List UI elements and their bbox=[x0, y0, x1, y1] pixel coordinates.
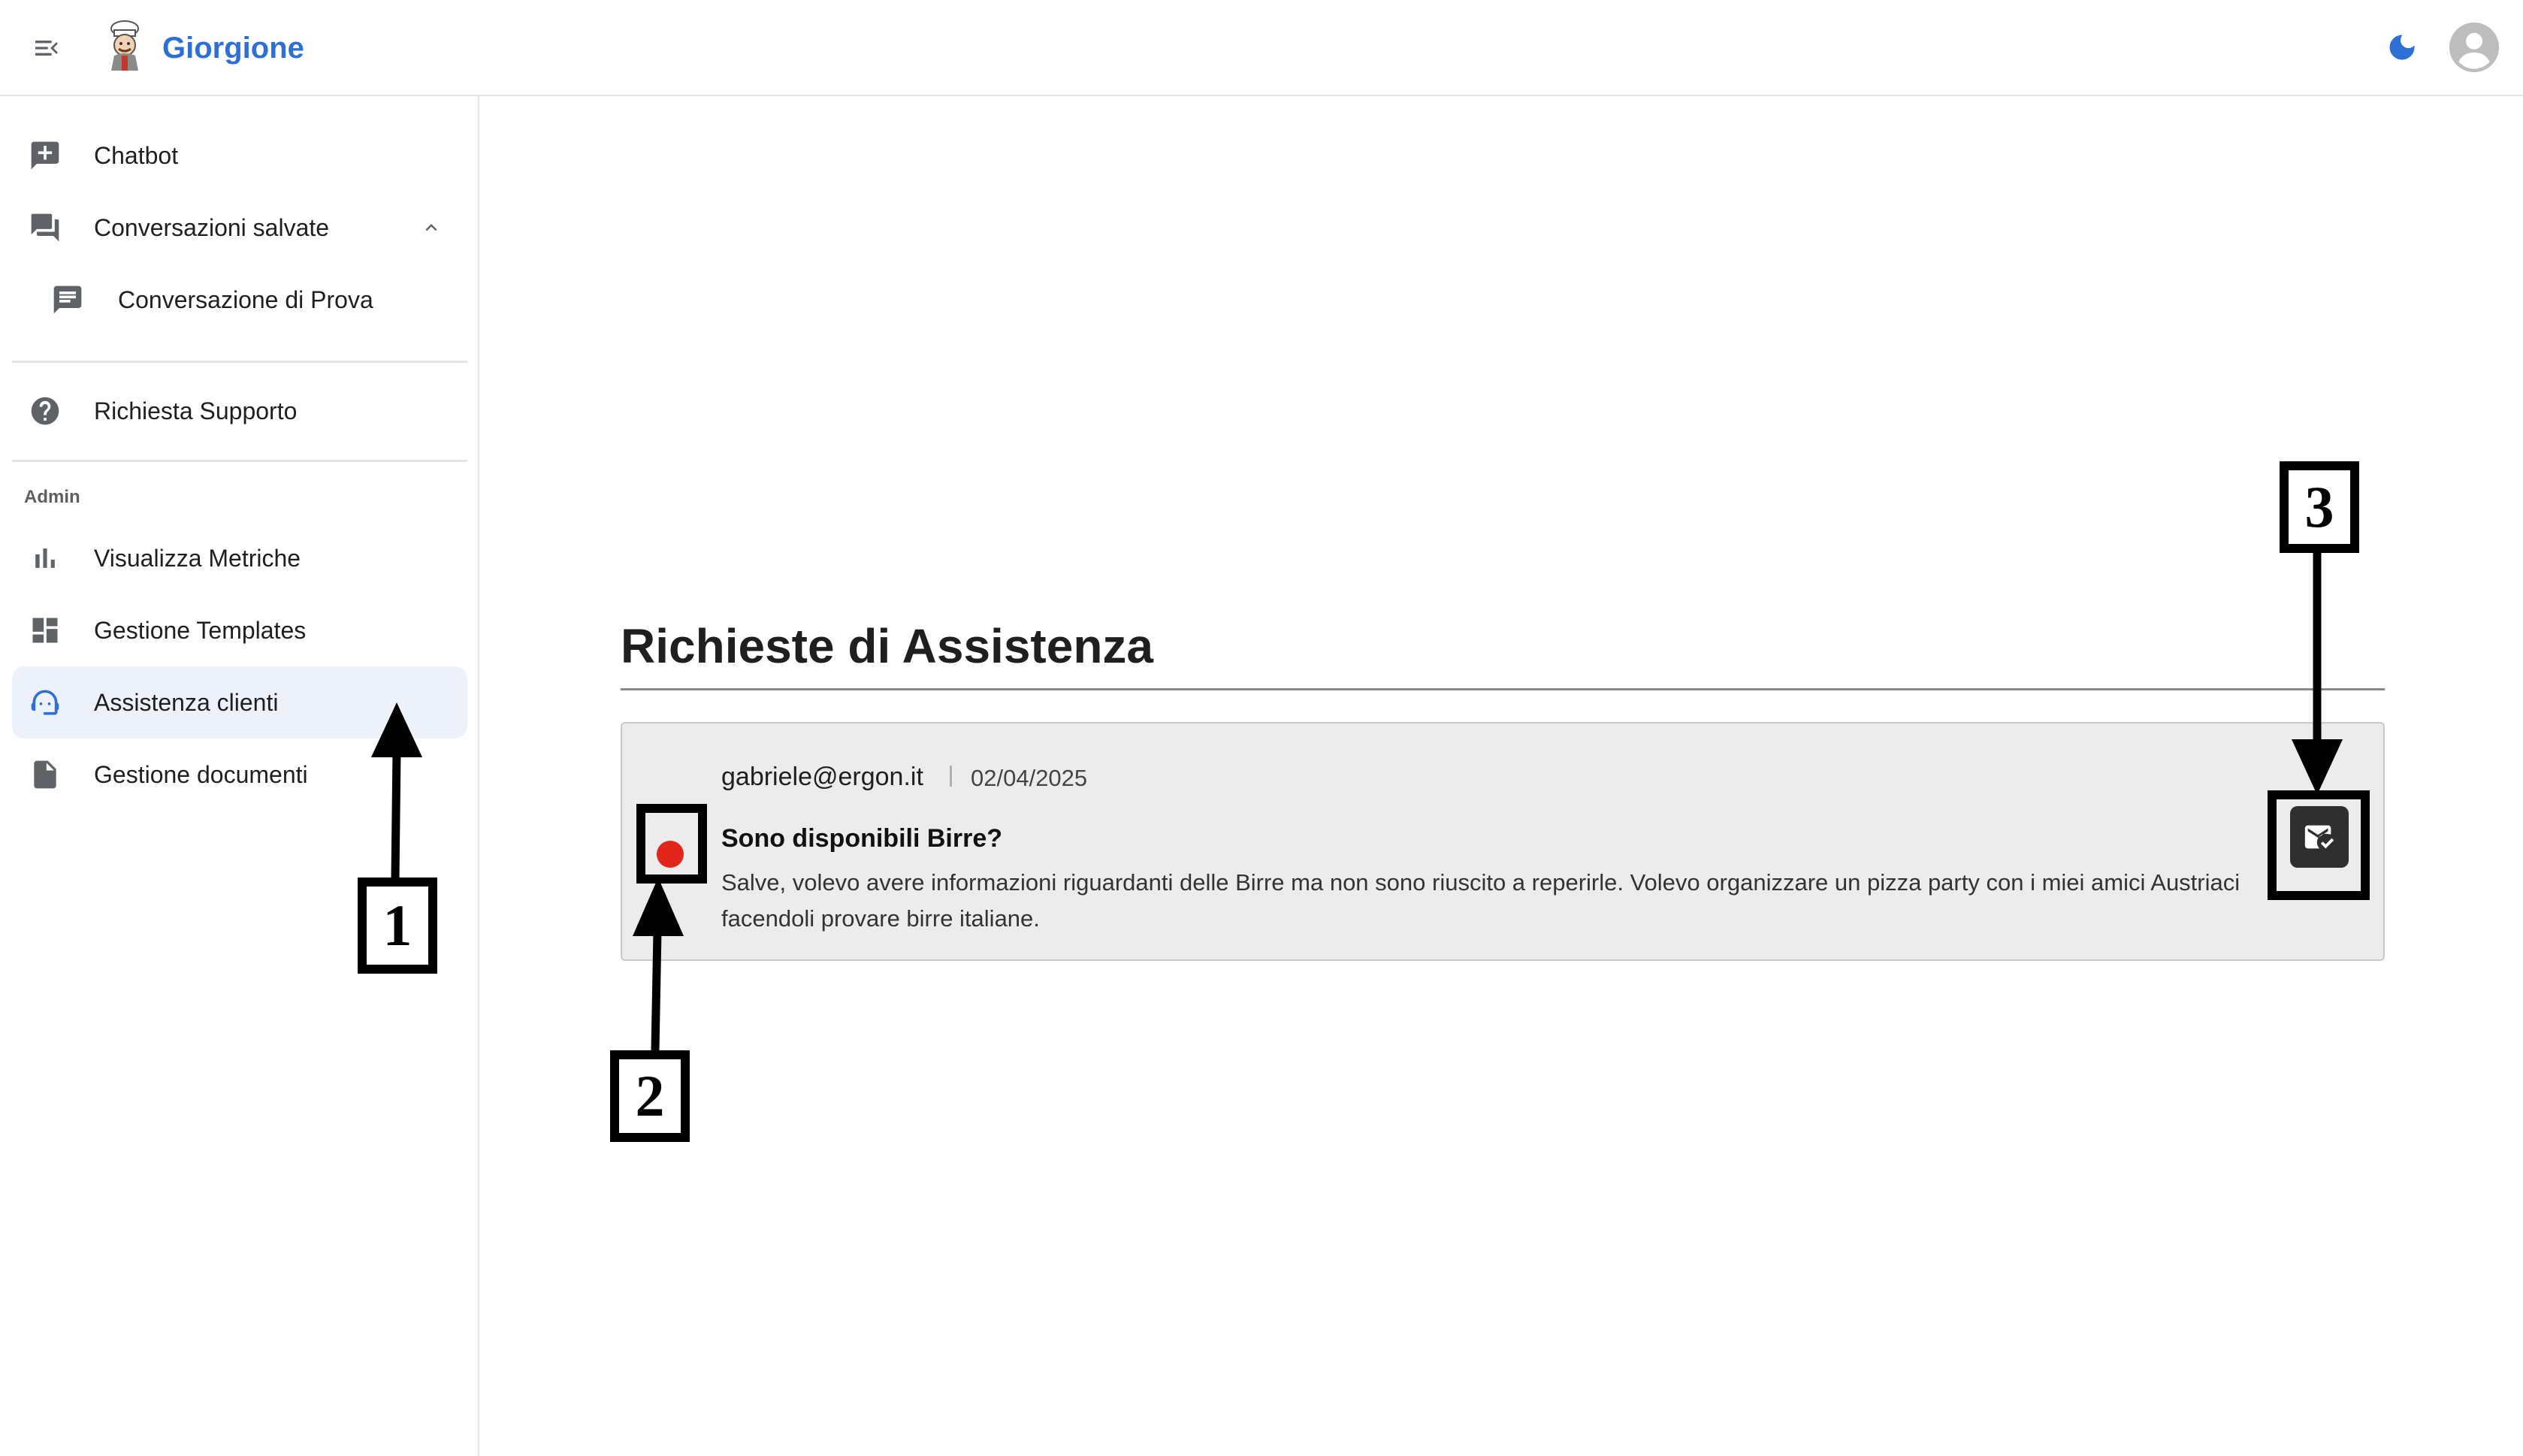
sidebar-item-customer-support[interactable]: Assistenza clienti bbox=[12, 666, 467, 739]
request-subject: Sono disponibili Birre? bbox=[721, 824, 1002, 853]
dashboard-icon bbox=[29, 614, 62, 647]
help-icon bbox=[29, 394, 62, 427]
sidebar-item-label: Gestione documenti bbox=[94, 761, 308, 788]
support-request-card[interactable]: gabriele@ergon.it 02/04/2025 Sono dispon… bbox=[621, 722, 2385, 961]
annotation-label-3: 3 bbox=[2280, 461, 2359, 553]
sidebar-item-templates[interactable]: Gestione Templates bbox=[12, 594, 467, 666]
sidebar-item-label: Assistenza clienti bbox=[94, 689, 279, 716]
moon-icon[interactable] bbox=[2383, 29, 2421, 66]
request-email: gabriele@ergon.it bbox=[721, 763, 923, 791]
sidebar-item-support-request[interactable]: Richiesta Supporto bbox=[12, 375, 467, 447]
forum-icon bbox=[29, 211, 62, 244]
support-agent-icon bbox=[29, 686, 62, 719]
annotation-label-2: 2 bbox=[610, 1050, 690, 1142]
sidebar-item-saved-conversations[interactable]: Conversazioni salvate bbox=[12, 192, 467, 264]
annotation-label-1: 1 bbox=[358, 878, 437, 974]
document-icon bbox=[29, 758, 62, 791]
sidebar-item-label: Richiesta Supporto bbox=[94, 397, 298, 424]
request-date: 02/04/2025 bbox=[971, 765, 1088, 791]
sidebar-item-documents[interactable]: Gestione documenti bbox=[12, 739, 467, 811]
chevron-up-icon[interactable] bbox=[418, 214, 445, 241]
sidebar: Chatbot Conversazioni salvate Conversazi… bbox=[0, 96, 479, 1456]
sidebar-item-label: Gestione Templates bbox=[94, 617, 307, 644]
brand-title[interactable]: Giorgione bbox=[162, 27, 304, 69]
sidebar-item-chatbot[interactable]: Chatbot bbox=[12, 119, 467, 192]
annotation-highlight-3 bbox=[2268, 790, 2370, 900]
sidebar-divider bbox=[12, 361, 467, 363]
sidebar-item-label: Conversazioni salvate bbox=[94, 214, 330, 241]
chat-icon bbox=[51, 283, 84, 316]
annotation-highlight-2 bbox=[636, 804, 707, 884]
sidebar-item-metrics[interactable]: Visualizza Metriche bbox=[12, 522, 467, 594]
bar-chart-icon bbox=[29, 542, 62, 575]
sidebar-section-admin: Admin bbox=[24, 487, 80, 507]
menu-collapse-icon[interactable] bbox=[30, 32, 63, 65]
chef-mascot-logo[interactable] bbox=[101, 20, 149, 72]
app-header: Giorgione bbox=[0, 0, 2523, 96]
sidebar-item-label: Conversazione di Prova bbox=[118, 286, 373, 313]
sidebar-divider bbox=[12, 460, 467, 462]
sidebar-item-conversation-test[interactable]: Conversazione di Prova bbox=[12, 264, 467, 336]
sidebar-item-label: Visualizza Metriche bbox=[94, 545, 301, 572]
sidebar-item-label: Chatbot bbox=[94, 142, 179, 169]
meta-separator bbox=[950, 766, 952, 787]
page-title: Richieste di Assistenza bbox=[621, 619, 1153, 673]
add-comment-icon bbox=[29, 139, 62, 172]
account-circle-icon[interactable] bbox=[2449, 23, 2499, 72]
request-message: Salve, volevo avere informazioni riguard… bbox=[721, 869, 2240, 932]
title-divider bbox=[621, 688, 2385, 690]
